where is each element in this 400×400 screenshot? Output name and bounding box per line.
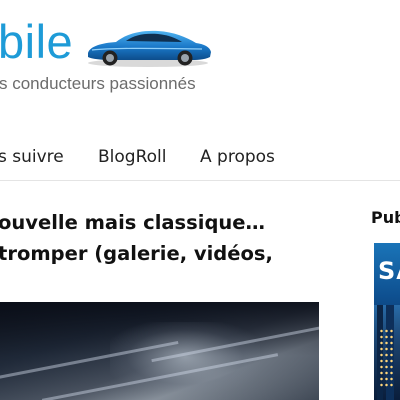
ad-city-lights: [379, 328, 395, 388]
site-tagline: s conducteurs passionnés: [0, 74, 196, 93]
site-title[interactable]: bile: [0, 14, 73, 70]
ad-banner-text: SA: [378, 257, 400, 285]
article-title-link[interactable]: ouvelle mais classique… tromper (galerie…: [0, 207, 298, 269]
advertisement-banner[interactable]: SA: [374, 243, 400, 400]
article-featured-image[interactable]: [0, 302, 319, 400]
sports-car-logo-icon[interactable]: [82, 22, 214, 70]
nav-item-about[interactable]: A propos: [200, 146, 275, 168]
nav-item-blogroll[interactable]: BlogRoll: [98, 146, 166, 168]
main-navigation: s suivre BlogRoll A propos: [0, 134, 400, 181]
nav-item-follow[interactable]: s suivre: [0, 146, 64, 168]
site-header: bile s conducteurs passionnés: [0, 0, 400, 118]
article-title-line-1: ouvelle mais classique…: [0, 211, 266, 234]
article-title-line-2: tromper (galerie, vidéos,: [0, 242, 273, 265]
sidebar-widget-title: Pub: [371, 208, 400, 227]
